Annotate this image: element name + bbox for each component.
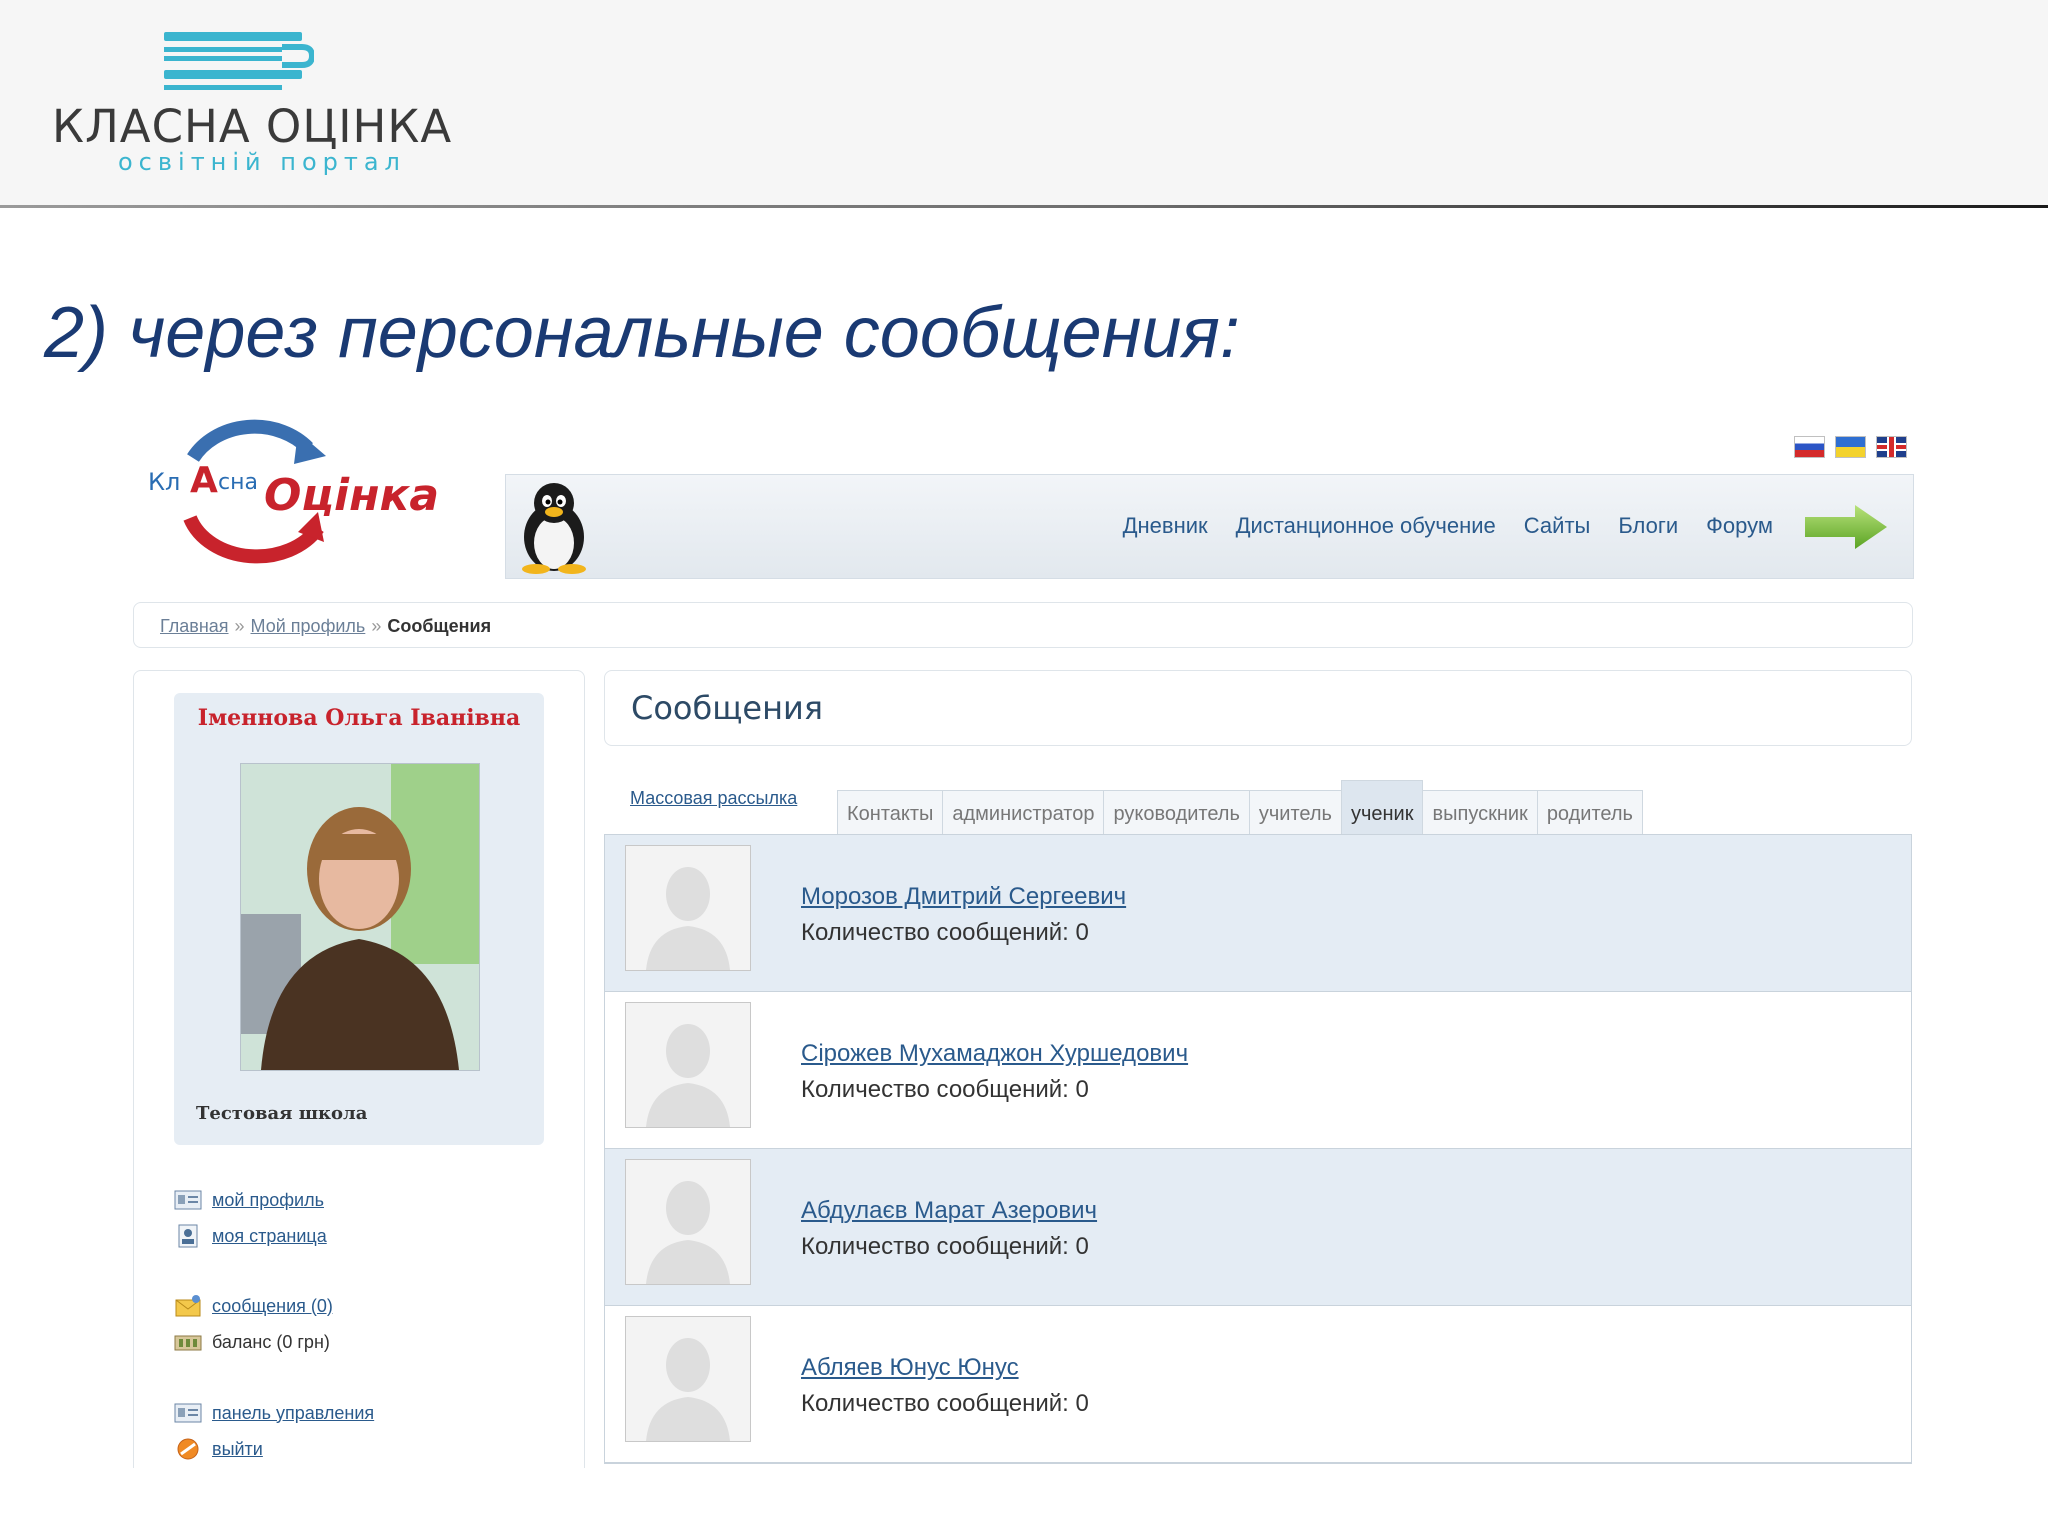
menu-logout[interactable]: выйти [174,1435,263,1463]
message-count: Количество сообщений: 0 [801,919,1089,946]
menu-my-profile-label[interactable]: мой профиль [212,1190,324,1211]
slide-header: КЛАСНА ОЦІНКА освітній портал [0,0,2048,207]
book-stack-icon [164,32,314,90]
nav-sites[interactable]: Сайты [1524,513,1591,539]
penguin-icon [522,483,586,574]
ua-flag-icon[interactable] [1835,436,1866,458]
contact-name[interactable]: Морозов Дмитрий Сергеевич [801,883,1126,911]
messages-header: Сообщения [604,670,1912,746]
portal-logo: КЛАСНА ОЦІНКА освітній портал [52,30,472,180]
contact-name[interactable]: Абдулаєв Марат Азерович [801,1197,1097,1225]
top-navbar: Дневник Дистанционное обучение Сайты Бло… [505,474,1914,579]
nav-diary[interactable]: Дневник [1123,513,1208,539]
menu-my-page-label[interactable]: моя страница [212,1226,327,1247]
site-logo[interactable]: Кл А сна Оцінка [148,418,439,568]
profile-card-icon [174,1190,202,1210]
slide-title: 2) через персональные сообщения: [44,293,1240,373]
logout-icon [177,1438,199,1460]
mail-icon [175,1295,201,1317]
site-screenshot: Кл А сна Оцінка Дневник Дистанционное об… [130,418,1920,1468]
money-icon [174,1335,202,1351]
contact-name[interactable]: Абляев Юнус Юнус [801,1354,1019,1382]
logo-text-a: А [190,460,218,501]
tab-student[interactable]: ученик [1340,780,1424,834]
menu-my-page[interactable]: моя страница [174,1222,327,1250]
avatar-placeholder[interactable] [625,1002,751,1128]
recipient-tabs: Контакты администратор руководитель учит… [837,780,1643,834]
menu-balance-label: баланс (0 грн) [212,1331,330,1352]
message-count: Количество сообщений: 0 [801,1390,1089,1417]
control-panel-icon [174,1403,202,1423]
gb-flag-icon[interactable] [1876,436,1907,458]
nav-distance-learning[interactable]: Дистанционное обучение [1236,513,1496,539]
breadcrumb-separator: » [371,616,382,636]
contact-name[interactable]: Сірожев Мухамаджон Хуршедович [801,1040,1188,1068]
tab-graduate[interactable]: выпускник [1422,790,1538,834]
tab-teacher[interactable]: учитель [1248,790,1342,834]
breadcrumb-separator: » [234,616,245,636]
contact-list: Морозов Дмитрий Сергеевич Количество соо… [604,834,1912,1464]
profile-card: Іменнова Ольга Іванівна Тестовая школа [174,693,544,1145]
menu-my-profile[interactable]: мой профиль [174,1186,324,1214]
avatar-placeholder[interactable] [625,845,751,971]
nav-blogs[interactable]: Блоги [1618,513,1678,539]
breadcrumb-home[interactable]: Главная [160,616,229,636]
menu-control-panel[interactable]: панель управления [174,1399,374,1427]
contact-row: Сірожев Мухамаджон Хуршедович Количество… [605,992,1911,1149]
brand-tagline: освітній портал [118,148,406,176]
menu-logout-label[interactable]: выйти [212,1439,263,1460]
profile-school: Тестовая школа [196,1103,368,1124]
message-count: Количество сообщений: 0 [801,1076,1089,1103]
menu-balance: баланс (0 грн) [174,1328,330,1356]
messages-title: Сообщения [631,689,824,727]
avatar-placeholder[interactable] [625,1316,751,1442]
brand-name: КЛАСНА ОЦІНКА [52,100,453,153]
menu-messages[interactable]: сообщения (0) [174,1292,333,1320]
message-count: Количество сообщений: 0 [801,1233,1089,1260]
profile-photo [240,763,480,1071]
breadcrumb-profile[interactable]: Мой профиль [251,616,366,636]
breadcrumb: Главная» Мой профиль» Сообщения [133,602,1913,648]
logo-text-kl: Кл [148,468,181,496]
tab-manager[interactable]: руководитель [1103,790,1250,834]
menu-messages-label[interactable]: сообщения (0) [212,1296,333,1317]
mass-mailing-link[interactable]: Массовая рассылка [630,788,797,809]
contact-row: Абляев Юнус Юнус Количество сообщений: 0 [605,1306,1911,1463]
profile-name: Іменнова Ольга Іванівна [197,705,521,731]
logo-text-sna: сна [218,470,258,495]
breadcrumb-current: Сообщения [387,616,492,636]
avatar-placeholder[interactable] [625,1159,751,1285]
ru-flag-icon[interactable] [1794,436,1825,458]
arrow-right-icon[interactable] [1805,505,1887,549]
tab-parent[interactable]: родитель [1536,790,1643,834]
menu-control-panel-label[interactable]: панель управления [212,1403,374,1424]
nav-forum[interactable]: Форум [1706,513,1773,539]
tab-administrator[interactable]: администратор [942,790,1105,834]
page-icon [178,1224,198,1248]
language-switcher [1794,436,1907,460]
contact-row: Морозов Дмитрий Сергеевич Количество соо… [605,835,1911,992]
main-nav: Дневник Дистанционное обучение Сайты Бло… [1123,513,1773,539]
header-divider [0,205,2048,208]
contact-row: Абдулаєв Марат Азерович Количество сообщ… [605,1149,1911,1306]
logo-text-ocinka: Оцінка [264,470,440,521]
sidebar: Іменнова Ольга Іванівна Тестовая школа м… [133,670,585,1468]
tab-contacts[interactable]: Контакты [837,790,944,834]
